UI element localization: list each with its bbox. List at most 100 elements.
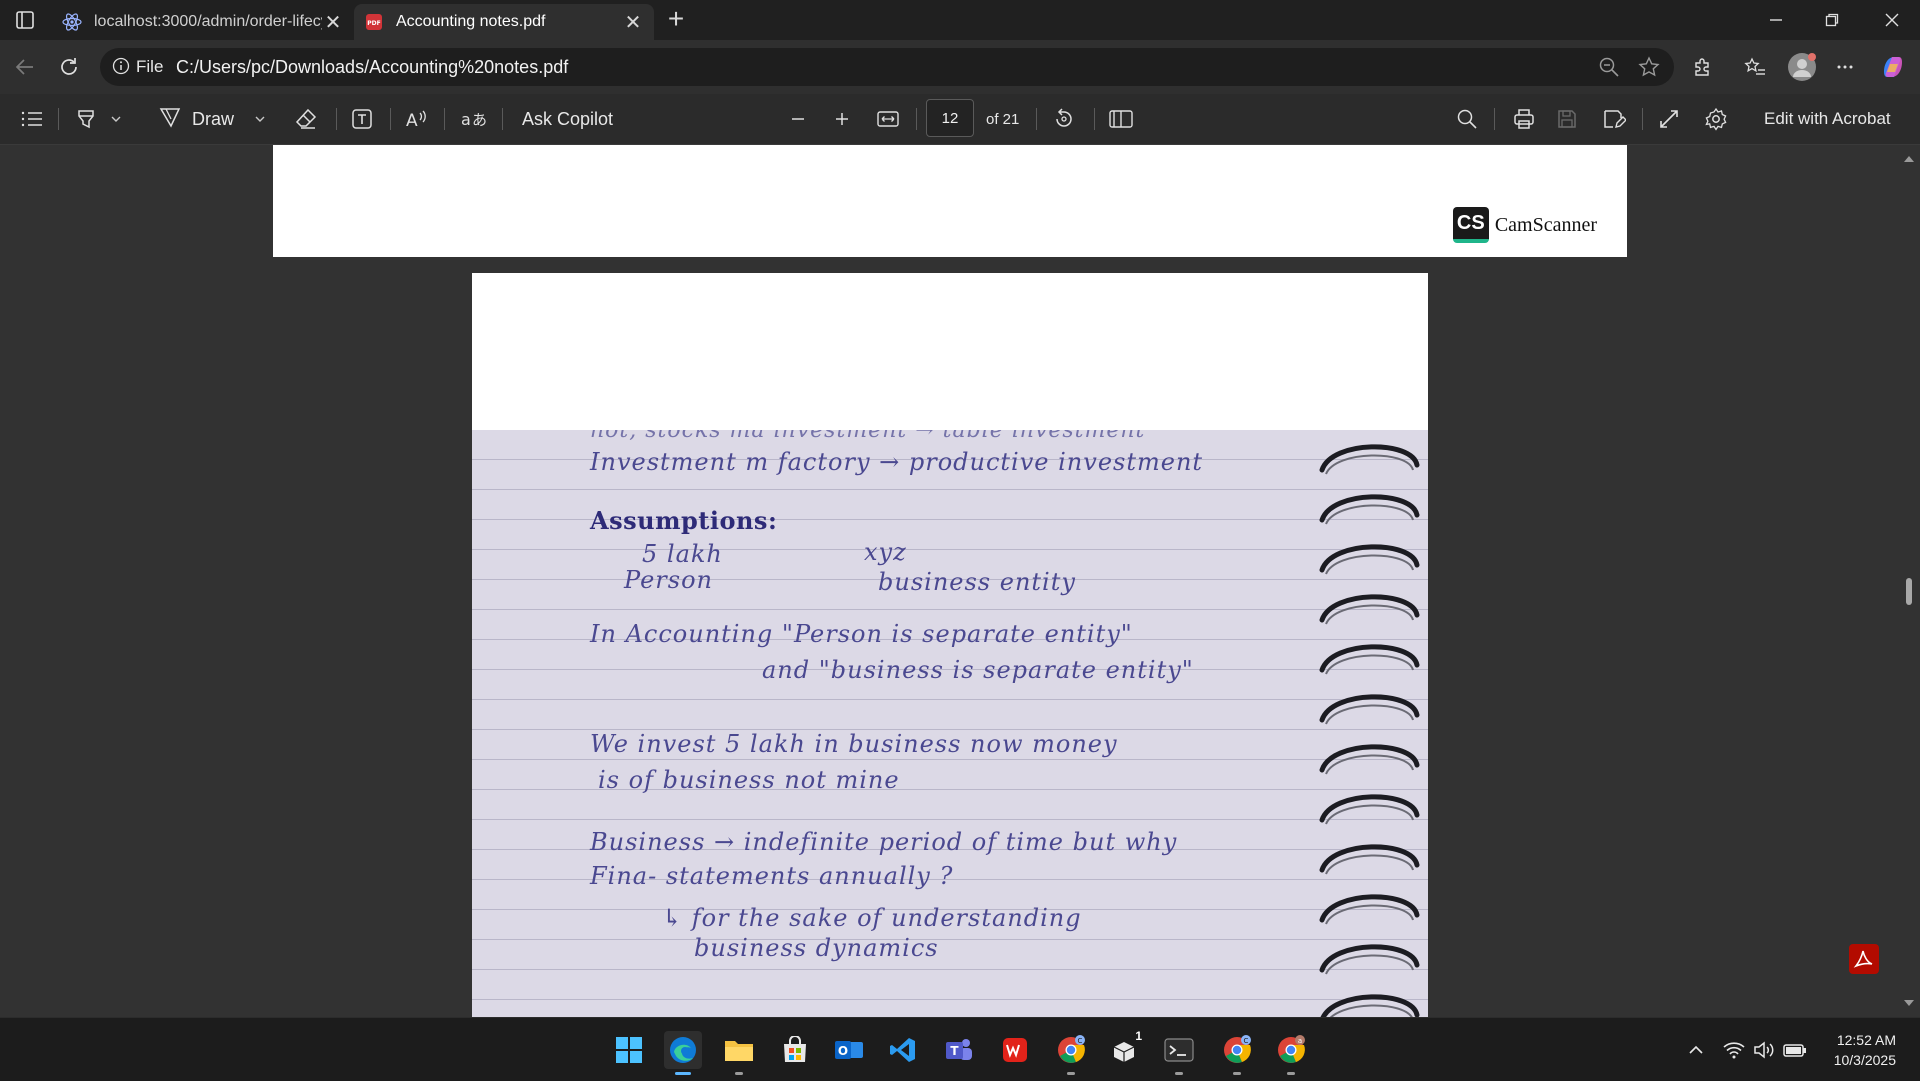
- chrome-profile-c2-icon[interactable]: C: [1218, 1031, 1256, 1075]
- teams-icon[interactable]: T: [940, 1031, 978, 1069]
- minimize-icon[interactable]: [1748, 0, 1804, 40]
- search-icon[interactable]: [1456, 106, 1478, 132]
- svg-text:あ: あ: [472, 111, 486, 129]
- zoom-out-button[interactable]: [788, 106, 808, 132]
- highlight-icon[interactable]: [74, 106, 98, 132]
- zoom-in-button[interactable]: [832, 106, 852, 132]
- back-arrow-icon[interactable]: [8, 50, 42, 84]
- save-as-icon[interactable]: [1602, 106, 1626, 132]
- svg-text:T: T: [950, 1044, 959, 1058]
- eraser-icon[interactable]: [294, 106, 318, 132]
- info-icon[interactable]: [112, 57, 130, 75]
- close-window-icon[interactable]: [1864, 0, 1920, 40]
- rotate-icon[interactable]: [1052, 106, 1076, 132]
- save-icon[interactable]: [1556, 106, 1578, 132]
- draw-label: Draw: [192, 108, 235, 129]
- url-text[interactable]: C:/Users/pc/Downloads/Accounting%20notes…: [176, 57, 568, 78]
- chrome-profile-c-icon[interactable]: C: [1052, 1031, 1090, 1075]
- favorites-list-icon[interactable]: [1742, 54, 1768, 80]
- handwritten-heading: Assumptions:: [590, 506, 778, 535]
- pdf-icon: PDF: [364, 12, 384, 32]
- terminal-icon[interactable]: [1160, 1031, 1198, 1075]
- handwritten-line: We invest 5 lakh in business now money: [590, 730, 1118, 758]
- running-indicator: [1067, 1072, 1075, 1075]
- chevron-down-icon[interactable]: [110, 106, 122, 132]
- windows-start-icon[interactable]: [610, 1031, 648, 1069]
- handwritten-line: not, stocks ma investment → table invest…: [590, 430, 1146, 443]
- handwritten-line: Business → indefinite period of time but…: [590, 828, 1178, 856]
- address-bar[interactable]: File C:/Users/pc/Downloads/Accounting%20…: [100, 48, 1674, 86]
- text-box-icon[interactable]: [350, 106, 374, 132]
- favorite-star-icon[interactable]: [1638, 56, 1660, 78]
- react-icon: [62, 12, 82, 32]
- contents-list-icon[interactable]: [20, 106, 44, 132]
- fit-width-icon[interactable]: [876, 106, 900, 132]
- expand-icon[interactable]: [1658, 106, 1680, 132]
- title-bar: localhost:3000/admin/order-lifecycle ✕ P…: [0, 0, 1920, 40]
- read-aloud-icon[interactable]: A: [404, 106, 430, 132]
- tab-accounting-pdf[interactable]: PDF Accounting notes.pdf ✕: [354, 4, 654, 40]
- ask-copilot-button[interactable]: Ask Copilot: [522, 106, 613, 132]
- zoom-out-icon[interactable]: [1598, 56, 1620, 78]
- profile-avatar[interactable]: [1787, 52, 1817, 82]
- camscanner-watermark: CS CamScanner: [1452, 207, 1597, 243]
- toolbar-divider: [336, 108, 337, 130]
- new-tab-icon[interactable]: +: [662, 5, 690, 34]
- edit-with-acrobat-button[interactable]: Edit with Acrobat: [1764, 106, 1891, 132]
- battery-icon[interactable]: [1782, 1038, 1808, 1062]
- toolbar-divider: [1642, 108, 1643, 130]
- svg-text:A: A: [406, 111, 418, 131]
- chevron-down-icon[interactable]: [254, 106, 266, 132]
- clock-time: 12:52 AM: [1836, 1032, 1896, 1048]
- restore-icon[interactable]: [1804, 0, 1860, 40]
- toolbar-divider: [444, 108, 445, 130]
- teams-notification-icon[interactable]: 1: [1106, 1029, 1144, 1069]
- edge-browser-icon[interactable]: [664, 1031, 702, 1075]
- toolbar-divider: [502, 108, 503, 130]
- wifi-icon[interactable]: [1722, 1038, 1746, 1062]
- tab-title: localhost:3000/admin/order-lifecycle: [94, 13, 322, 30]
- tab-localhost[interactable]: localhost:3000/admin/order-lifecycle ✕: [52, 4, 354, 40]
- system-clock[interactable]: 12:52 AM 10/3/2025: [1834, 1030, 1896, 1070]
- running-indicator: [1175, 1072, 1183, 1075]
- running-indicator: [1233, 1072, 1241, 1075]
- wps-office-icon[interactable]: [996, 1031, 1034, 1069]
- gear-icon[interactable]: [1704, 106, 1728, 132]
- volume-icon[interactable]: [1752, 1038, 1776, 1062]
- svg-text:C: C: [1078, 1037, 1083, 1045]
- copilot-icon[interactable]: [1878, 52, 1908, 82]
- svg-text:C: C: [1244, 1037, 1249, 1045]
- page-number-input[interactable]: 12: [926, 99, 974, 137]
- toolbar-divider: [1494, 108, 1495, 130]
- acrobat-icon[interactable]: [1849, 944, 1879, 974]
- handwritten-line: is of business not mine: [598, 766, 900, 794]
- show-hidden-icons-chevron-icon[interactable]: [1686, 1038, 1706, 1062]
- file-explorer-icon[interactable]: [720, 1031, 758, 1075]
- microsoft-store-icon[interactable]: [776, 1031, 814, 1069]
- extensions-puzzle-icon[interactable]: [1690, 54, 1716, 80]
- refresh-icon[interactable]: [52, 50, 86, 84]
- windows-taskbar: O T C 1 C a 12:52 AM 10/3/2025: [0, 1017, 1920, 1081]
- more-options-icon[interactable]: [1832, 54, 1858, 80]
- print-icon[interactable]: [1512, 106, 1536, 132]
- address-row: File C:/Users/pc/Downloads/Accounting%20…: [0, 40, 1920, 94]
- handwritten-line: Person: [624, 566, 713, 594]
- vscode-icon[interactable]: [884, 1031, 922, 1069]
- page-view-icon[interactable]: [1108, 106, 1134, 132]
- chrome-profile-a-icon[interactable]: a: [1272, 1031, 1310, 1075]
- pdf-viewer[interactable]: CS CamScanner not, stocks ma investment …: [0, 145, 1920, 1017]
- pdf-page-current: not, stocks ma investment → table invest…: [472, 273, 1428, 1017]
- outlook-icon[interactable]: O: [830, 1031, 868, 1069]
- draw-button[interactable]: Draw: [158, 106, 234, 132]
- vertical-scrollbar[interactable]: [1898, 145, 1920, 1017]
- svg-text:O: O: [838, 1044, 848, 1058]
- sidebar-toggle-icon[interactable]: [12, 8, 38, 32]
- camscanner-logo-icon: CS: [1452, 207, 1489, 243]
- close-tab-icon[interactable]: ✕: [622, 10, 644, 35]
- svg-text:a: a: [461, 110, 471, 129]
- notebook-spiral-binding: [1319, 444, 1420, 1017]
- scheme-label: File: [136, 57, 164, 76]
- translate-icon[interactable]: aあ: [460, 106, 486, 132]
- pen-icon: [158, 105, 182, 134]
- close-tab-icon[interactable]: ✕: [322, 10, 344, 35]
